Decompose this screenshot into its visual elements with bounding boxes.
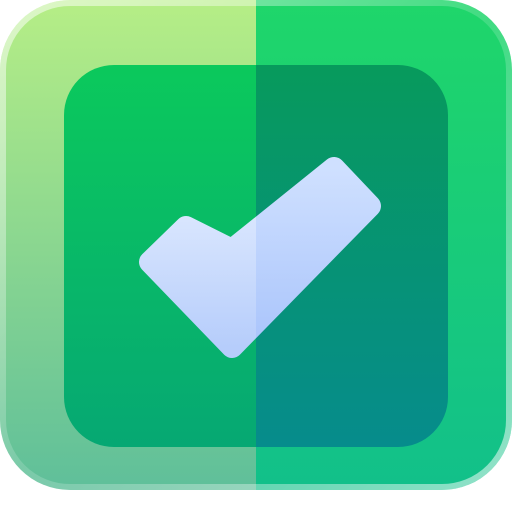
app-icon-graphic	[0, 0, 512, 490]
app-icon	[0, 0, 512, 512]
